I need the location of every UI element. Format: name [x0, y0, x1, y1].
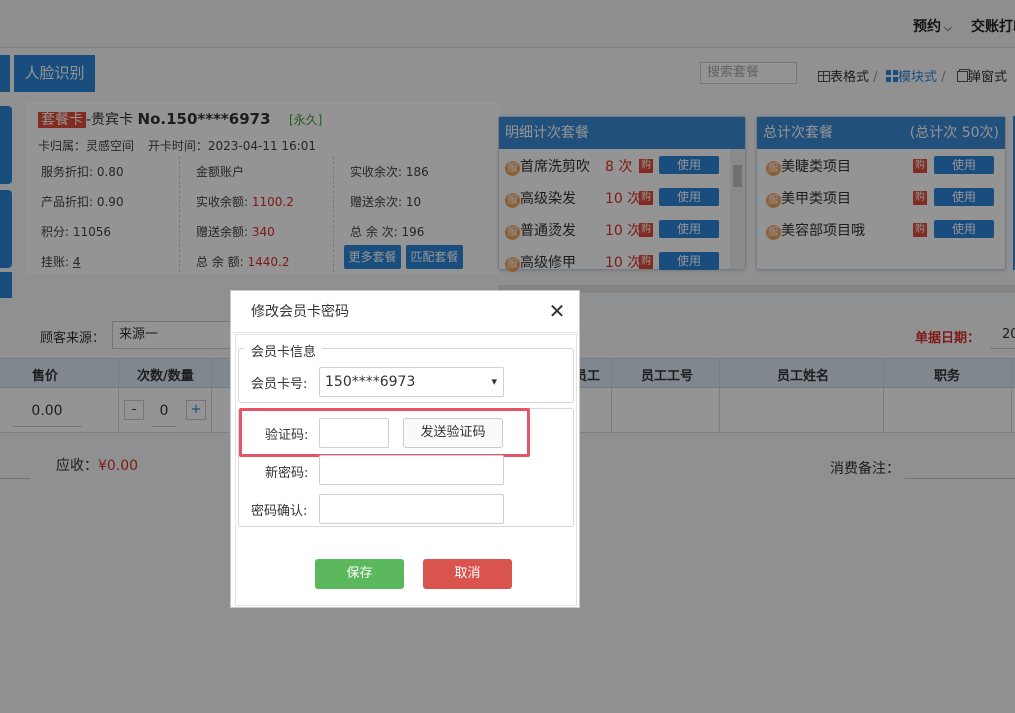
- save-button[interactable]: 保存: [315, 559, 404, 589]
- card-no-value: 150****6973: [325, 374, 416, 390]
- cancel-button[interactable]: 取消: [423, 559, 512, 589]
- card-no-label: 会员卡号:: [251, 377, 308, 392]
- confirm-password-label: 密码确认:: [251, 504, 308, 519]
- confirm-password-input[interactable]: [319, 494, 504, 524]
- close-icon[interactable]: ✕: [547, 301, 567, 321]
- dialog-title: 修改会员卡密码: [231, 291, 579, 333]
- new-password-input[interactable]: [319, 455, 504, 485]
- highlight-box: [239, 408, 530, 457]
- new-password-label: 新密码:: [265, 466, 309, 481]
- change-password-dialog: 修改会员卡密码 ✕ 会员卡信息 会员卡号: 150****6973 ▾ 验证码: …: [230, 290, 580, 608]
- chevron-down-icon: ▾: [491, 375, 497, 388]
- card-info-legend: 会员卡信息: [245, 341, 323, 360]
- card-no-select[interactable]: 150****6973 ▾: [319, 367, 504, 397]
